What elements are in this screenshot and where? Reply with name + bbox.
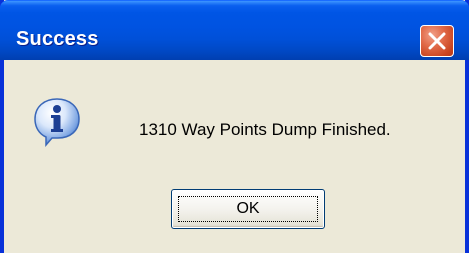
ok-button[interactable]: OK [171, 189, 325, 229]
dialog-body: 1310 Way Points Dump Finished. OK [8, 60, 469, 253]
window-title: Success [16, 28, 99, 50]
information-icon [34, 98, 80, 147]
dialog-message: 1310 Way Points Dump Finished. [139, 120, 391, 139]
close-button[interactable] [420, 25, 454, 57]
title-bar[interactable]: Success [0, 0, 469, 60]
close-icon [428, 32, 446, 50]
ok-button-label: OK [236, 200, 260, 217]
message-dialog: Success 1310 Way Points Dump Finished. O… [0, 0, 469, 253]
